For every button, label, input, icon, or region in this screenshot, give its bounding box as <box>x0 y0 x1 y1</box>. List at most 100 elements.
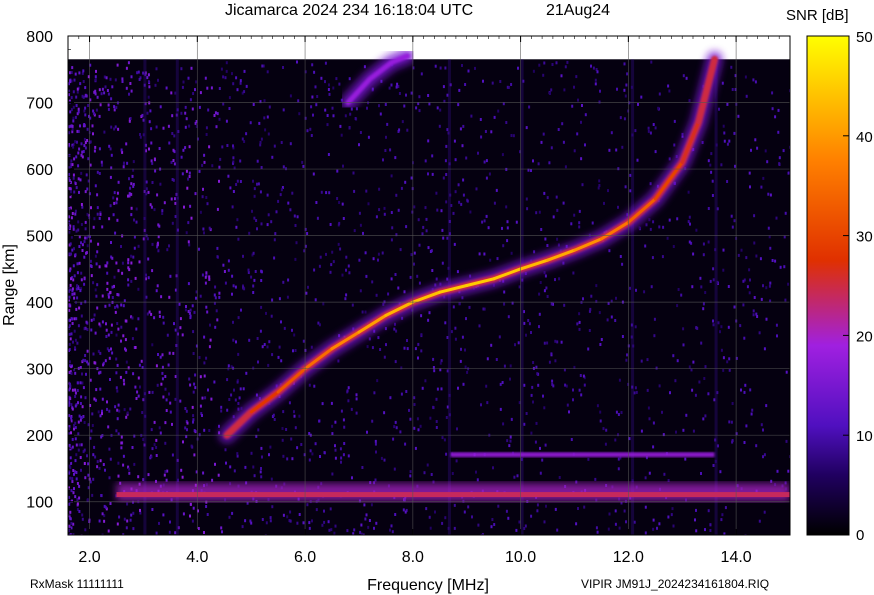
noise-speck <box>314 442 317 446</box>
noise-speck <box>104 505 107 509</box>
noise-speck <box>617 433 619 437</box>
noise-speck <box>80 153 83 157</box>
noise-speck <box>133 218 135 222</box>
noise-speck <box>208 429 211 432</box>
noise-speck <box>398 128 401 132</box>
noise-speck <box>587 457 590 461</box>
noise-speck <box>645 223 648 227</box>
noise-speck <box>268 340 271 344</box>
noise-speck <box>420 72 423 76</box>
noise-speck <box>538 325 540 329</box>
noise-speck <box>151 343 154 347</box>
noise-speck <box>84 190 87 194</box>
noise-speck <box>527 319 530 322</box>
noise-speck <box>148 85 151 89</box>
noise-speck <box>427 94 430 97</box>
noise-speck <box>213 114 216 117</box>
noise-speck <box>102 363 105 367</box>
noise-speck <box>545 504 547 508</box>
noise-speck <box>530 393 533 397</box>
noise-speck <box>479 118 482 121</box>
noise-speck <box>602 427 605 431</box>
noise-speck <box>271 505 274 509</box>
noise-speck <box>250 275 253 279</box>
noise-speck <box>394 322 396 326</box>
noise-speck <box>92 477 95 481</box>
noise-speck <box>70 216 73 220</box>
noise-speck <box>434 64 437 68</box>
noise-speck <box>110 153 113 157</box>
noise-speck <box>252 103 255 106</box>
noise-speck <box>208 226 211 230</box>
noise-speck <box>707 509 710 513</box>
noise-speck <box>439 66 442 70</box>
noise-speck <box>68 178 71 182</box>
noise-speck <box>153 443 156 447</box>
noise-speck <box>93 361 96 365</box>
noise-speck <box>323 520 326 524</box>
noise-speck <box>248 231 251 235</box>
noise-speck <box>70 108 73 112</box>
noise-speck <box>217 473 220 477</box>
noise-speck <box>199 404 202 408</box>
noise-speck <box>398 92 401 95</box>
noise-speck <box>253 194 256 198</box>
noise-speck <box>688 240 691 244</box>
noise-speck <box>543 271 546 275</box>
noise-speck <box>418 95 421 99</box>
noise-speck <box>787 469 790 473</box>
noise-speck <box>193 382 196 386</box>
noise-speck <box>323 509 325 513</box>
noise-speck <box>154 158 156 162</box>
noise-speck <box>480 403 482 407</box>
noise-speck <box>733 305 736 309</box>
noise-speck <box>662 225 665 229</box>
noise-speck <box>395 426 398 430</box>
noise-speck <box>499 407 502 411</box>
noise-speck <box>471 515 473 519</box>
noise-speck <box>79 418 82 422</box>
noise-speck <box>226 378 229 382</box>
noise-speck <box>337 242 340 246</box>
noise-speck <box>140 359 143 363</box>
noise-speck <box>70 461 73 465</box>
noise-speck <box>135 397 138 400</box>
noise-speck <box>205 356 208 360</box>
noise-speck <box>318 264 321 268</box>
noise-speck <box>126 502 129 506</box>
noise-speck <box>637 102 639 106</box>
noise-speck <box>319 255 322 259</box>
noise-speck <box>83 144 86 148</box>
noise-speck <box>723 139 726 143</box>
noise-speck <box>164 441 167 445</box>
noise-speck <box>289 94 292 98</box>
noise-speck <box>575 480 578 484</box>
noise-speck <box>345 293 348 297</box>
noise-speck <box>301 160 304 164</box>
noise-speck <box>114 310 117 314</box>
noise-speck <box>203 428 206 432</box>
noise-speck <box>194 373 197 377</box>
noise-speck <box>141 113 144 117</box>
noise-speck <box>185 409 188 413</box>
noise-speck <box>453 503 456 507</box>
noise-speck <box>445 200 448 204</box>
noise-speck <box>222 263 225 267</box>
noise-speck <box>260 305 263 309</box>
noise-speck <box>403 346 406 350</box>
noise-speck <box>454 190 457 194</box>
noise-speck <box>364 310 367 314</box>
noise-speck <box>435 277 438 281</box>
noise-speck <box>456 270 459 274</box>
noise-speck <box>441 436 444 440</box>
noise-speck <box>318 419 321 423</box>
noise-speck <box>243 90 246 94</box>
noise-speck <box>413 251 416 255</box>
noise-speck <box>245 84 248 88</box>
noise-speck <box>208 277 211 281</box>
noise-speck <box>204 275 207 279</box>
noise-speck <box>436 106 439 110</box>
noise-speck <box>159 105 162 109</box>
noise-speck <box>765 404 768 408</box>
noise-speck <box>753 296 756 299</box>
